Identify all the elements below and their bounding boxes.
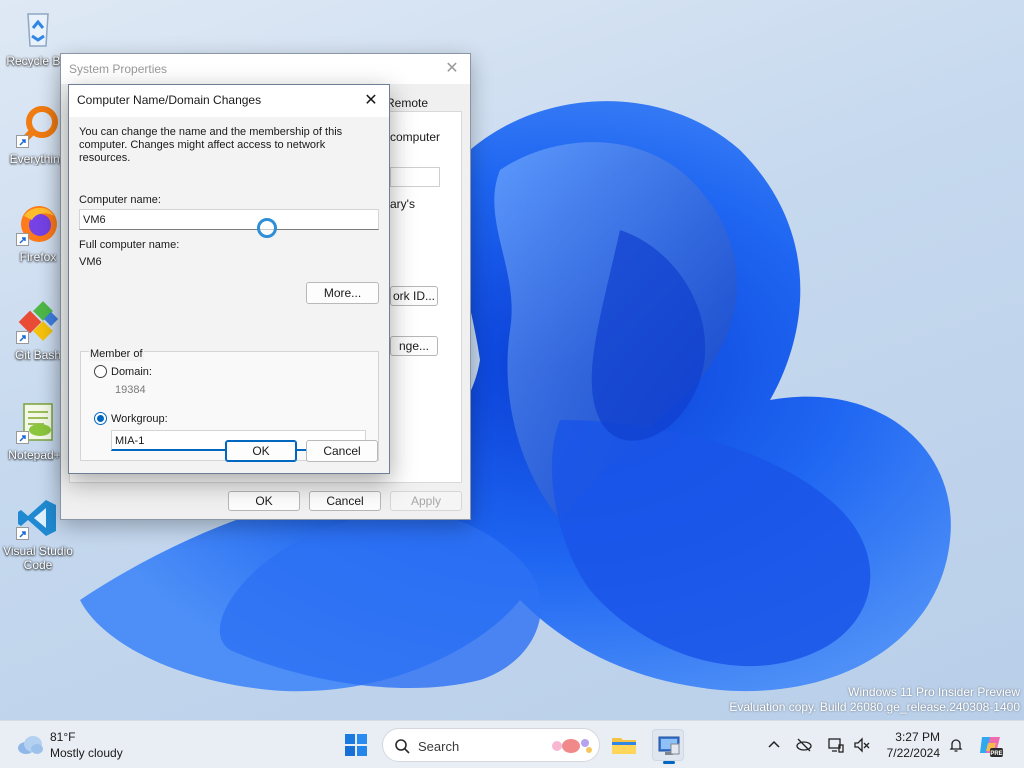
cancel-button[interactable]: Cancel <box>309 491 381 511</box>
copilot-icon[interactable]: PRE <box>976 731 1004 759</box>
close-icon[interactable]: ✕ <box>442 59 462 79</box>
shortcut-arrow-icon <box>16 135 29 148</box>
search-label: Search <box>418 739 460 754</box>
network-id-button[interactable]: ork ID... <box>390 286 438 306</box>
full-computer-name-label: Full computer name: <box>79 239 180 251</box>
dialog-description: You can change the name and the membersh… <box>79 126 343 164</box>
notepad-plus-plus-icon <box>16 400 60 444</box>
taskbar: 81°F Mostly cloudy Search 3:27 PM 7/22/2… <box>0 720 1024 768</box>
cancel-button[interactable]: Cancel <box>306 440 378 462</box>
watermark-line-edition: Windows 11 Pro Insider Preview <box>848 685 1020 699</box>
network-icon[interactable] <box>827 736 845 754</box>
computer-description-text: computer <box>390 130 441 144</box>
close-icon[interactable]: ✕ <box>359 89 383 113</box>
workgroup-label: Workgroup: <box>111 413 168 425</box>
windows-watermark: Windows 11 Pro Insider Preview Evaluatio… <box>729 685 1020 715</box>
domain-radio[interactable] <box>94 365 107 378</box>
firefox-icon <box>16 202 60 246</box>
computer-name-label: Computer name: <box>79 194 161 206</box>
desktop-icon-label: Visual Studio Code <box>3 544 73 572</box>
file-explorer-taskbar-button[interactable] <box>608 729 640 761</box>
everything-search-icon <box>16 104 60 148</box>
clock-time[interactable]: 3:27 PM <box>884 730 940 744</box>
start-button[interactable] <box>340 729 372 761</box>
weather-condition[interactable]: Mostly cloudy <box>50 746 123 760</box>
taskbar-search-box[interactable]: Search <box>382 728 600 762</box>
git-bash-icon <box>16 300 60 344</box>
system-properties-title: System Properties <box>69 62 168 76</box>
system-properties-titlebar[interactable]: System Properties ✕ <box>61 54 470 84</box>
active-indicator <box>663 761 675 764</box>
volume-muted-icon[interactable] <box>853 736 871 754</box>
computer-description-field[interactable] <box>390 167 440 187</box>
computer-name-input[interactable]: VM6 <box>79 209 379 230</box>
workgroup-radio[interactable] <box>94 412 107 425</box>
dialog-title: Computer Name/Domain Changes <box>77 93 262 107</box>
busy-cursor-icon <box>257 218 277 238</box>
shortcut-arrow-icon <box>16 331 29 344</box>
member-of-legend: Member of <box>89 348 144 361</box>
notification-bell-icon[interactable] <box>947 736 965 754</box>
shortcut-arrow-icon <box>16 233 29 246</box>
description-example-text: ary's <box>390 197 415 211</box>
shortcut-arrow-icon <box>16 431 29 444</box>
watermark-line-build: Evaluation copy. Build 26080.ge_release.… <box>729 700 1020 714</box>
search-highlight-icon <box>552 739 592 753</box>
apply-button[interactable]: Apply <box>390 491 462 511</box>
vscode-icon <box>16 496 60 540</box>
domain-label: Domain: <box>111 366 152 378</box>
recycle-bin-icon <box>16 6 60 50</box>
shortcut-arrow-icon <box>16 527 29 540</box>
domain-value: 19384 <box>115 384 146 396</box>
onedrive-offline-icon[interactable] <box>795 736 813 754</box>
full-computer-name-value: VM6 <box>79 256 102 268</box>
ok-button[interactable]: OK <box>228 491 300 511</box>
windows-logo-icon <box>345 734 367 756</box>
svg-text:PRE: PRE <box>990 751 1002 757</box>
chevron-up-icon[interactable] <box>765 736 783 754</box>
system-settings-icon <box>658 736 680 755</box>
ok-button[interactable]: OK <box>225 440 297 462</box>
weather-temperature[interactable]: 81°F <box>50 730 75 744</box>
change-button[interactable]: nge... <box>390 336 438 356</box>
dialog-body: You can change the name and the membersh… <box>69 117 389 473</box>
folder-icon <box>612 738 636 754</box>
more-button[interactable]: More... <box>306 282 379 304</box>
clock-date[interactable]: 7/22/2024 <box>880 746 940 760</box>
tab-remote[interactable]: Remote <box>386 96 428 110</box>
dialog-titlebar[interactable]: Computer Name/Domain Changes ✕ <box>69 85 389 117</box>
search-icon <box>395 739 410 754</box>
cloudy-weather-icon <box>18 736 43 754</box>
system-properties-taskbar-button[interactable] <box>652 729 684 764</box>
computer-name-dialog: Computer Name/Domain Changes ✕ You can c… <box>68 84 390 474</box>
